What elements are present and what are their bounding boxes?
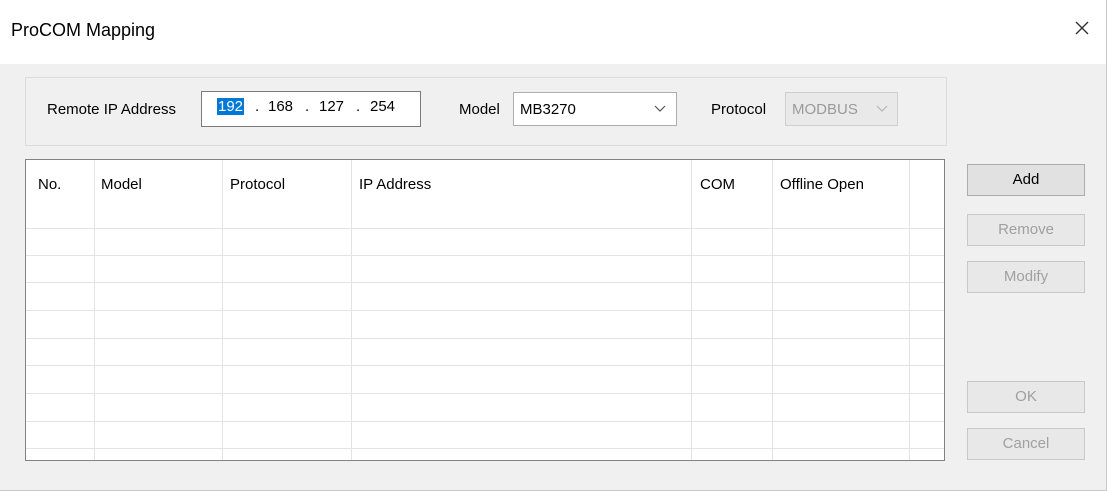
- remote-ip-input[interactable]: 192 . 168 . 127 . 254: [201, 91, 421, 127]
- row-divider: [26, 310, 944, 311]
- ip-octet-3[interactable]: 127: [319, 98, 344, 115]
- remove-button[interactable]: Remove: [967, 214, 1085, 246]
- row-divider: [26, 393, 944, 394]
- mapping-table[interactable]: No. Model Protocol IP Address COM Offlin…: [25, 159, 945, 461]
- ok-button[interactable]: OK: [967, 381, 1085, 413]
- model-label: Model: [459, 101, 500, 118]
- remote-ip-label: Remote IP Address: [47, 101, 176, 118]
- row-divider: [26, 255, 944, 256]
- column-header-no[interactable]: No.: [38, 176, 61, 193]
- close-icon[interactable]: [1070, 16, 1094, 40]
- protocol-value: MODBUS: [792, 101, 858, 118]
- row-divider: [26, 421, 944, 422]
- procom-mapping-dialog: ProCOM Mapping Remote IP Address 192 . 1…: [0, 0, 1107, 491]
- column-header-ip-address[interactable]: IP Address: [359, 176, 431, 193]
- row-divider: [26, 338, 944, 339]
- modify-button[interactable]: Modify: [967, 261, 1085, 293]
- ip-octet-4[interactable]: 254: [370, 98, 395, 115]
- protocol-label: Protocol: [711, 101, 767, 118]
- row-divider: [26, 365, 944, 366]
- model-dropdown[interactable]: MB3270: [513, 92, 677, 126]
- ip-octet-1[interactable]: 192: [217, 98, 245, 115]
- add-button[interactable]: Add: [967, 164, 1085, 196]
- chevron-down-icon: [876, 105, 888, 112]
- protocol-dropdown[interactable]: MODBUS: [785, 92, 898, 126]
- ip-dot: .: [356, 98, 361, 115]
- model-value: MB3270: [520, 101, 576, 118]
- ip-octet-2[interactable]: 168: [268, 98, 293, 115]
- title-bar: ProCOM Mapping: [0, 0, 1106, 64]
- chevron-down-icon: [654, 105, 666, 112]
- column-header-com[interactable]: COM: [700, 176, 735, 193]
- column-header-model[interactable]: Model: [101, 176, 142, 193]
- row-divider: [26, 448, 944, 449]
- row-divider: [26, 282, 944, 283]
- window-title: ProCOM Mapping: [11, 20, 156, 40]
- column-header-offline-open[interactable]: Offline Open: [780, 176, 864, 193]
- ip-dot: .: [255, 98, 260, 115]
- ip-dot: .: [305, 98, 310, 115]
- row-divider: [26, 228, 944, 229]
- cancel-button[interactable]: Cancel: [967, 428, 1085, 460]
- column-header-protocol[interactable]: Protocol: [230, 176, 285, 193]
